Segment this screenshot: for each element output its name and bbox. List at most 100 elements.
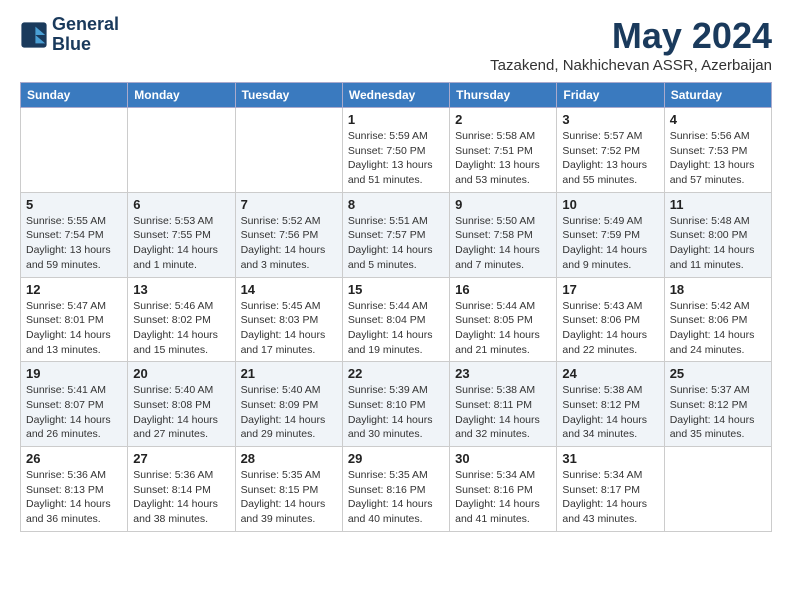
calendar-day-cell: 7Sunrise: 5:52 AM Sunset: 7:56 PM Daylig…: [235, 192, 342, 277]
day-info: Sunrise: 5:46 AM Sunset: 8:02 PM Dayligh…: [133, 299, 229, 358]
calendar-day-cell: [128, 108, 235, 193]
calendar-day-cell: 27Sunrise: 5:36 AM Sunset: 8:14 PM Dayli…: [128, 447, 235, 532]
day-number: 26: [26, 451, 122, 466]
calendar-day-cell: 31 Sunrise: 5:34 AM Sunset: 8:17 PM Dayli…: [557, 447, 664, 532]
calendar-week-row: 1 Sunrise: 5:59 AM Sunset: 7:50 PM Daylig…: [21, 108, 772, 193]
calendar-day-cell: 9 Sunrise: 5:50 AM Sunset: 7:58 PM Daylig…: [450, 192, 557, 277]
calendar-day-cell: 12 Sunrise: 5:47 AM Sunset: 8:01 PM Dayli…: [21, 277, 128, 362]
calendar-day-cell: 21Sunrise: 5:40 AM Sunset: 8:09 PM Dayli…: [235, 362, 342, 447]
calendar-week-row: 26 Sunrise: 5:36 AM Sunset: 8:13 PM Dayli…: [21, 447, 772, 532]
day-info: Sunrise: 5:56 AM Sunset: 7:53 PM Dayligh…: [670, 129, 766, 188]
logo-line2: Blue: [52, 35, 119, 55]
calendar-header: Sunday Monday Tuesday Wednesday Thursday…: [21, 83, 772, 108]
day-number: 6: [133, 197, 229, 212]
day-info: Sunrise: 5:44 AM Sunset: 8:04 PM Dayligh…: [348, 299, 444, 358]
page-container: General Blue May 2024 Tazakend, Nakhiche…: [0, 0, 792, 547]
day-info: Sunrise: 5:34 AM Sunset: 8:17 PM Dayligh…: [562, 468, 658, 527]
calendar-day-cell: 19Sunrise: 5:41 AM Sunset: 8:07 PM Dayli…: [21, 362, 128, 447]
day-number: 29: [348, 451, 444, 466]
day-number: 28: [241, 451, 337, 466]
calendar-body: 1 Sunrise: 5:59 AM Sunset: 7:50 PM Daylig…: [21, 108, 772, 532]
calendar-day-cell: 17 Sunrise: 5:43 AM Sunset: 8:06 PM Dayli…: [557, 277, 664, 362]
calendar-day-cell: 13 Sunrise: 5:46 AM Sunset: 8:02 PM Dayli…: [128, 277, 235, 362]
day-number: 15: [348, 282, 444, 297]
calendar-table: Sunday Monday Tuesday Wednesday Thursday…: [20, 82, 772, 532]
calendar-day-cell: 5Sunrise: 5:55 AM Sunset: 7:54 PM Daylig…: [21, 192, 128, 277]
title-block: May 2024 Tazakend, Nakhichevan ASSR, Aze…: [490, 15, 772, 74]
day-info: Sunrise: 5:48 AM Sunset: 8:00 PM Dayligh…: [670, 214, 766, 273]
calendar-week-row: 5Sunrise: 5:55 AM Sunset: 7:54 PM Daylig…: [21, 192, 772, 277]
calendar-day-cell: 3 Sunrise: 5:57 AM Sunset: 7:52 PM Daylig…: [557, 108, 664, 193]
day-number: 23: [455, 366, 551, 381]
day-info: Sunrise: 5:34 AM Sunset: 8:16 PM Dayligh…: [455, 468, 551, 527]
day-info: Sunrise: 5:35 AM Sunset: 8:15 PM Dayligh…: [241, 468, 337, 527]
day-info: Sunrise: 5:53 AM Sunset: 7:55 PM Dayligh…: [133, 214, 229, 273]
calendar-day-cell: 2Sunrise: 5:58 AM Sunset: 7:51 PM Daylig…: [450, 108, 557, 193]
day-info: Sunrise: 5:50 AM Sunset: 7:58 PM Dayligh…: [455, 214, 551, 273]
calendar-day-cell: 10 Sunrise: 5:49 AM Sunset: 7:59 PM Dayli…: [557, 192, 664, 277]
day-number: 11: [670, 197, 766, 212]
day-info: Sunrise: 5:52 AM Sunset: 7:56 PM Dayligh…: [241, 214, 337, 273]
day-info: Sunrise: 5:51 AM Sunset: 7:57 PM Dayligh…: [348, 214, 444, 273]
day-info: Sunrise: 5:38 AM Sunset: 8:12 PM Dayligh…: [562, 383, 658, 442]
calendar-day-cell: [235, 108, 342, 193]
calendar-day-cell: 30 Sunrise: 5:34 AM Sunset: 8:16 PM Dayli…: [450, 447, 557, 532]
day-number: 17: [562, 282, 658, 297]
day-number: 24: [562, 366, 658, 381]
day-info: Sunrise: 5:59 AM Sunset: 7:50 PM Dayligh…: [348, 129, 444, 188]
day-info: Sunrise: 5:45 AM Sunset: 8:03 PM Dayligh…: [241, 299, 337, 358]
day-info: Sunrise: 5:44 AM Sunset: 8:05 PM Dayligh…: [455, 299, 551, 358]
day-number: 9: [455, 197, 551, 212]
day-info: Sunrise: 5:49 AM Sunset: 7:59 PM Dayligh…: [562, 214, 658, 273]
day-number: 16: [455, 282, 551, 297]
calendar-day-cell: 14 Sunrise: 5:45 AM Sunset: 8:03 PM Dayli…: [235, 277, 342, 362]
day-number: 13: [133, 282, 229, 297]
day-number: 14: [241, 282, 337, 297]
day-info: Sunrise: 5:36 AM Sunset: 8:14 PM Dayligh…: [133, 468, 229, 527]
day-number: 10: [562, 197, 658, 212]
day-number: 18: [670, 282, 766, 297]
calendar-day-cell: 15 Sunrise: 5:44 AM Sunset: 8:04 PM Dayli…: [342, 277, 449, 362]
calendar-day-cell: 16 Sunrise: 5:44 AM Sunset: 8:05 PM Dayli…: [450, 277, 557, 362]
col-saturday: Saturday: [664, 83, 771, 108]
day-info: Sunrise: 5:43 AM Sunset: 8:06 PM Dayligh…: [562, 299, 658, 358]
day-info: Sunrise: 5:57 AM Sunset: 7:52 PM Dayligh…: [562, 129, 658, 188]
calendar-day-cell: 22Sunrise: 5:39 AM Sunset: 8:10 PM Dayli…: [342, 362, 449, 447]
calendar-day-cell: 6 Sunrise: 5:53 AM Sunset: 7:55 PM Daylig…: [128, 192, 235, 277]
col-tuesday: Tuesday: [235, 83, 342, 108]
day-number: 12: [26, 282, 122, 297]
day-info: Sunrise: 5:40 AM Sunset: 8:08 PM Dayligh…: [133, 383, 229, 442]
day-number: 21: [241, 366, 337, 381]
day-number: 30: [455, 451, 551, 466]
logo-text: General Blue: [52, 15, 119, 55]
day-number: 31: [562, 451, 658, 466]
day-info: Sunrise: 5:47 AM Sunset: 8:01 PM Dayligh…: [26, 299, 122, 358]
day-info: Sunrise: 5:35 AM Sunset: 8:16 PM Dayligh…: [348, 468, 444, 527]
day-number: 20: [133, 366, 229, 381]
day-number: 4: [670, 112, 766, 127]
calendar-day-cell: 29 Sunrise: 5:35 AM Sunset: 8:16 PM Dayli…: [342, 447, 449, 532]
calendar-day-cell: 11 Sunrise: 5:48 AM Sunset: 8:00 PM Dayli…: [664, 192, 771, 277]
col-wednesday: Wednesday: [342, 83, 449, 108]
calendar-day-cell: 20 Sunrise: 5:40 AM Sunset: 8:08 PM Dayli…: [128, 362, 235, 447]
day-number: 1: [348, 112, 444, 127]
calendar-day-cell: [21, 108, 128, 193]
location: Tazakend, Nakhichevan ASSR, Azerbaijan: [490, 57, 772, 74]
day-info: Sunrise: 5:42 AM Sunset: 8:06 PM Dayligh…: [670, 299, 766, 358]
logo-icon: [20, 21, 48, 49]
calendar-day-cell: 18 Sunrise: 5:42 AM Sunset: 8:06 PM Dayli…: [664, 277, 771, 362]
calendar-week-row: 19Sunrise: 5:41 AM Sunset: 8:07 PM Dayli…: [21, 362, 772, 447]
calendar-day-cell: 23Sunrise: 5:38 AM Sunset: 8:11 PM Dayli…: [450, 362, 557, 447]
header-row: Sunday Monday Tuesday Wednesday Thursday…: [21, 83, 772, 108]
day-info: Sunrise: 5:37 AM Sunset: 8:12 PM Dayligh…: [670, 383, 766, 442]
day-info: Sunrise: 5:36 AM Sunset: 8:13 PM Dayligh…: [26, 468, 122, 527]
day-info: Sunrise: 5:39 AM Sunset: 8:10 PM Dayligh…: [348, 383, 444, 442]
calendar-day-cell: 8Sunrise: 5:51 AM Sunset: 7:57 PM Daylig…: [342, 192, 449, 277]
calendar-day-cell: 4 Sunrise: 5:56 AM Sunset: 7:53 PM Daylig…: [664, 108, 771, 193]
logo-line1: General: [52, 15, 119, 35]
calendar-week-row: 12 Sunrise: 5:47 AM Sunset: 8:01 PM Dayli…: [21, 277, 772, 362]
day-number: 3: [562, 112, 658, 127]
calendar-day-cell: [664, 447, 771, 532]
calendar-day-cell: 1 Sunrise: 5:59 AM Sunset: 7:50 PM Daylig…: [342, 108, 449, 193]
day-number: 5: [26, 197, 122, 212]
